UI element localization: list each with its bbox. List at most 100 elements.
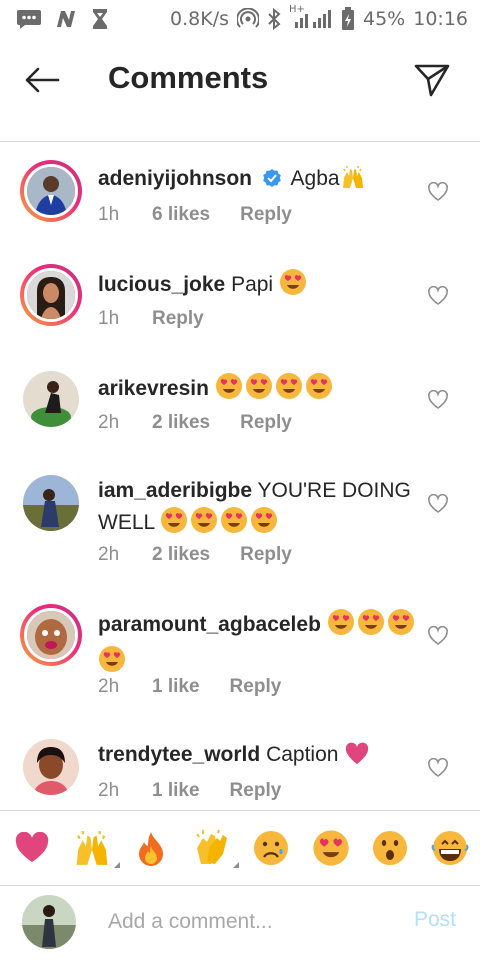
emoji-sad-button[interactable] [249,826,293,870]
verified-badge-icon [262,167,282,197]
heart-eyes-icon [160,506,188,543]
comment-text: Papi [231,273,274,296]
heart-eyes-icon [275,372,303,409]
heart-eyes-icon [220,506,248,543]
network-speed: 0.8K/s [170,8,229,30]
like-heart-icon[interactable] [427,758,449,778]
share-button[interactable] [412,60,452,100]
news-n-icon [54,9,78,29]
clapping-hands-icon [196,829,228,864]
comment-likes[interactable]: 1 like [152,780,200,802]
comment-text: Caption [266,743,339,766]
comment-meta: 2h 2 likes Reply [98,412,292,434]
grinning-face-icon [431,831,469,865]
like-heart-icon[interactable] [427,182,449,202]
like-heart-icon[interactable] [427,494,449,514]
battery-icon [341,7,355,31]
comment-time: 2h [98,544,120,565]
heart-eyes-icon [245,372,273,409]
avatar [24,608,78,662]
comment-meta: 2h 1 like Reply [98,676,281,698]
reply-button[interactable]: Reply [230,676,282,698]
comment-input[interactable] [108,904,388,940]
comment-username[interactable]: adeniyijohnson [98,167,252,190]
avatar-wrap[interactable] [20,472,82,534]
comment-username[interactable]: trendytee_world [98,743,260,766]
surprised-face-icon [373,831,408,865]
heart-eyes-icon [305,372,333,409]
post-button[interactable]: Post [414,908,456,932]
comment-time: 1h [98,204,120,225]
comment-body: lucious_joke Papi [98,268,418,305]
avatar-story-ring[interactable] [20,604,82,666]
comments-header: Comments [0,38,480,142]
avatar-wrap[interactable] [20,368,82,430]
comment-username[interactable]: lucious_joke [98,273,225,296]
emoji-quick-bar [0,810,480,886]
comment-text: Agba [290,167,340,190]
comment-meta: 2h 1 like Reply [98,780,281,802]
reply-button[interactable]: Reply [240,412,292,434]
bluetooth-icon [267,8,281,30]
comment-username[interactable]: arikevresin [98,377,209,400]
network-type: H+ [289,4,305,15]
emoji-heart-eyes-button[interactable] [309,826,353,870]
reply-button[interactable]: Reply [152,308,204,330]
arrow-left-icon [25,67,60,93]
signal-icon: H+ [289,4,333,30]
comment-body: arikevresin [98,372,418,409]
emoji-red-heart-button[interactable] [10,826,54,870]
like-heart-icon[interactable] [427,626,449,646]
reply-button[interactable]: Reply [230,780,282,802]
heart-eyes-icon [215,372,243,409]
comment-likes[interactable]: 2 likes [152,412,210,434]
heart-eyes-icon [250,506,278,543]
comment-meta: 1h Reply [98,308,204,330]
comments-list: adeniyijohnson Agba 1h 6 likes Reply luc… [0,142,480,810]
emoji-grinning-button[interactable] [428,826,472,870]
comment-likes[interactable]: 2 likes [152,544,210,566]
comment-body: trendytee_world Caption [98,740,418,775]
heart-eyes-icon [327,608,355,645]
heart-eyes-icon [357,608,385,645]
avatar [23,739,79,795]
comment-body: iam_aderibigbe YOU'RE DOING WELL [98,476,418,543]
comment-body: paramount_agbaceleb [98,608,418,682]
avatar-wrap[interactable] [20,736,82,798]
emoji-surprised-button[interactable] [368,826,412,870]
comment-username[interactable]: paramount_agbaceleb [98,613,321,636]
current-user-avatar [22,895,76,949]
page-title: Comments [108,60,269,95]
back-button[interactable] [20,62,64,98]
comment-time: 1h [98,308,120,329]
raised-hands-icon [340,164,366,199]
status-bar: 0.8K/s H+ 45% 10:16 [0,0,480,38]
like-heart-icon[interactable] [427,390,449,410]
sad-face-icon [253,831,288,865]
comment-time: 2h [98,676,120,697]
emoji-fire-button[interactable] [129,826,173,870]
red-heart-icon [15,832,49,862]
comment-time: 2h [98,780,120,801]
avatar [24,164,78,218]
avatar-story-ring[interactable] [20,264,82,326]
skin-tone-indicator [113,862,120,868]
comment-likes[interactable]: 1 like [152,676,200,698]
reply-button[interactable]: Reply [240,204,292,226]
avatar [23,371,79,427]
battery-level: 45% [363,8,406,30]
avatar-story-ring[interactable] [20,160,82,222]
emoji-raised-hands-button[interactable] [70,826,120,870]
hotspot-icon [237,8,259,30]
comment-likes[interactable]: 6 likes [152,204,210,226]
comment-time: 2h [98,412,120,433]
heart-eyes-icon [312,830,349,866]
raised-hands-icon [76,831,108,865]
like-heart-icon[interactable] [427,286,449,306]
heart-eyes-icon [387,608,415,645]
comment-username[interactable]: iam_aderibigbe [98,479,252,502]
reply-button[interactable]: Reply [240,544,292,566]
heart-eyes-icon [279,268,307,305]
emoji-clapping-button[interactable] [189,826,240,870]
comment-body: adeniyijohnson Agba [98,164,418,199]
